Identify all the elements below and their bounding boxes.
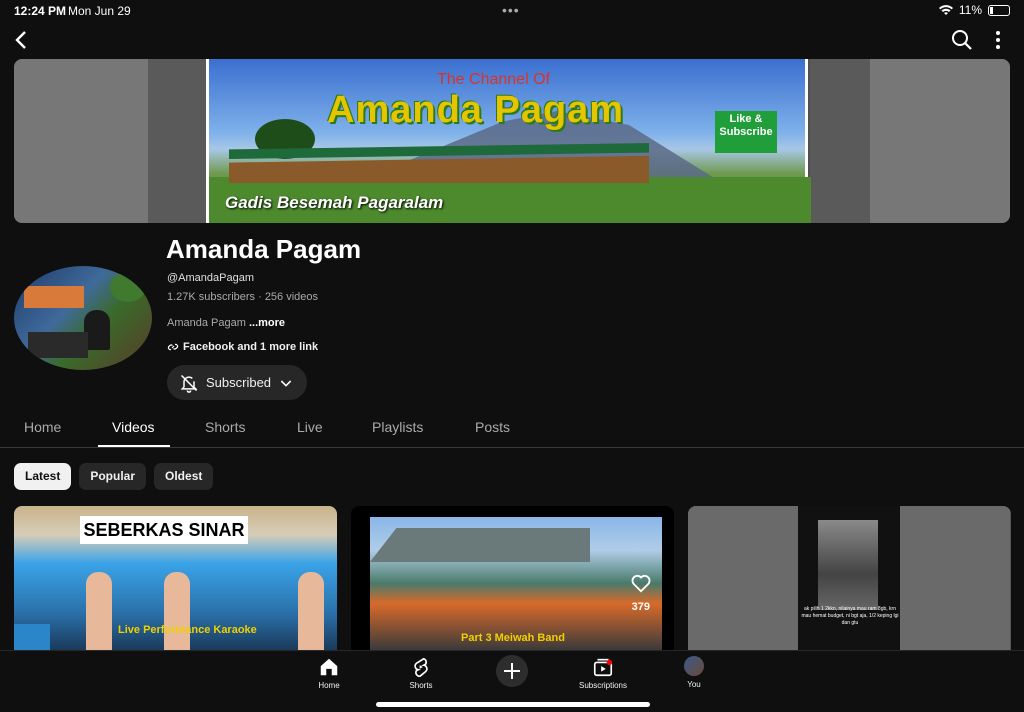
shorts-icon — [414, 657, 428, 677]
channel-stats: 1.27K subscribers · 256 videos — [167, 291, 319, 303]
top-bar — [0, 26, 1024, 56]
more-vertical-icon[interactable] — [986, 28, 1010, 52]
multitasking-dots-icon[interactable]: ••• — [502, 2, 520, 18]
chip-popular[interactable]: Popular — [79, 463, 147, 490]
tab-posts[interactable]: Posts — [475, 419, 510, 435]
status-right: 11% — [938, 3, 1010, 17]
search-icon[interactable] — [950, 28, 974, 52]
thumb-person — [164, 572, 190, 650]
nav-subscriptions-label: Subscriptions — [578, 681, 628, 690]
channel-name: Amanda Pagam — [166, 234, 362, 264]
battery-percent: 11% — [958, 3, 982, 17]
home-indicator[interactable] — [376, 702, 650, 707]
video-thumbnail[interactable]: Part 3 Meiwah Band 379 — [351, 506, 674, 650]
subscribed-button[interactable]: Subscribed — [167, 365, 307, 400]
active-tab-indicator — [98, 445, 170, 447]
channel-banner: The Channel Of Amanda Pagam Like & Subsc… — [14, 59, 1010, 223]
back-arrow-icon[interactable] — [10, 28, 34, 52]
thumb-person — [86, 572, 112, 650]
channel-links[interactable]: Facebook and 1 more link — [167, 341, 318, 353]
thumb-sign — [14, 624, 50, 650]
wifi-icon — [938, 4, 953, 15]
thumb-caption: Part 3 Meiwah Band — [461, 632, 565, 644]
avatar-tree — [110, 272, 146, 302]
tab-videos[interactable]: Videos — [112, 419, 155, 435]
create-button[interactable] — [496, 655, 528, 687]
avatar-roof — [24, 286, 84, 308]
channel-description[interactable]: Amanda Pagam ...more — [167, 317, 285, 329]
battery-icon — [988, 4, 1010, 16]
thumb-image — [818, 520, 878, 610]
tab-live[interactable]: Live — [297, 419, 323, 435]
banner-small-title: The Channel Of — [437, 71, 550, 88]
nav-home[interactable]: Home — [289, 656, 369, 690]
banner-side-right-inner — [810, 59, 870, 223]
nav-you-label: You — [687, 680, 701, 689]
tab-home[interactable]: Home — [24, 419, 61, 435]
heart-icon[interactable] — [630, 572, 652, 594]
status-bar: 12:24 PM Mon Jun 29 ••• 11% — [0, 0, 1024, 22]
status-time: 12:24 PM — [14, 4, 67, 18]
channel-tabs: Home Videos Shorts Live Playlists Posts — [0, 410, 1024, 448]
channel-avatar[interactable] — [14, 266, 152, 370]
thumb-person — [298, 572, 324, 650]
thumb-blur-right — [900, 506, 1010, 650]
thumb-caption: Live Performance Karaoke — [118, 624, 257, 636]
banner-side-left-inner — [148, 59, 206, 223]
chip-latest[interactable]: Latest — [14, 463, 72, 490]
banner-big-title: Amanda Pagam — [327, 89, 625, 131]
like-count: 379 — [631, 601, 650, 613]
nav-you[interactable]: You — [654, 656, 734, 689]
bell-off-icon — [180, 374, 198, 393]
links-label: Facebook and 1 more link — [183, 341, 319, 353]
link-icon — [167, 343, 179, 351]
tab-shorts[interactable]: Shorts — [205, 419, 245, 435]
banner-artwork: The Channel Of Amanda Pagam Like & Subsc… — [206, 59, 811, 223]
more-link[interactable]: ...more — [249, 317, 285, 329]
thumb-caption: ak pilih 1 2kkn, nilainya mau ram 8gb, k… — [801, 606, 899, 626]
nav-shorts-label: Shorts — [409, 681, 433, 690]
chip-oldest[interactable]: Oldest — [154, 463, 214, 490]
chevron-down-icon — [280, 379, 292, 387]
thumb-roof — [370, 528, 590, 562]
subscriptions-icon — [593, 658, 613, 677]
description-text: Amanda Pagam — [167, 317, 246, 329]
nav-home-label: Home — [318, 681, 340, 690]
thumb-blur-left — [688, 506, 798, 650]
thumb-title-overlay: SEBERKAS SINAR — [80, 516, 248, 544]
sort-chips: Latest Popular Oldest — [14, 463, 214, 490]
banner-like-subscribe: Like & Subscribe — [715, 111, 777, 153]
avatar-keyboard — [28, 332, 88, 358]
home-icon — [320, 658, 338, 676]
nav-subscriptions[interactable]: Subscriptions — [563, 656, 643, 690]
video-thumbnail[interactable]: SEBERKAS SINAR Live Performance Karaoke — [14, 506, 337, 650]
banner-side-right — [870, 59, 1010, 223]
avatar — [684, 656, 704, 676]
video-grid: SEBERKAS SINAR Live Performance Karaoke … — [14, 506, 1011, 650]
banner-side-left — [14, 59, 148, 223]
status-date: Mon Jun 29 — [68, 4, 131, 18]
plus-icon — [504, 663, 520, 679]
subscribed-label: Subscribed — [206, 375, 272, 390]
channel-handle: @AmandaPagam — [167, 272, 254, 284]
video-thumbnail[interactable]: ak pilih 1 2kkn, nilainya mau ram 8gb, k… — [688, 506, 1011, 650]
tab-playlists[interactable]: Playlists — [372, 419, 423, 435]
bottom-nav: Home Shorts Subscriptions You — [0, 650, 1024, 712]
nav-shorts[interactable]: Shorts — [381, 656, 461, 690]
banner-tagline: Gadis Besemah Pagaralam — [225, 193, 444, 212]
